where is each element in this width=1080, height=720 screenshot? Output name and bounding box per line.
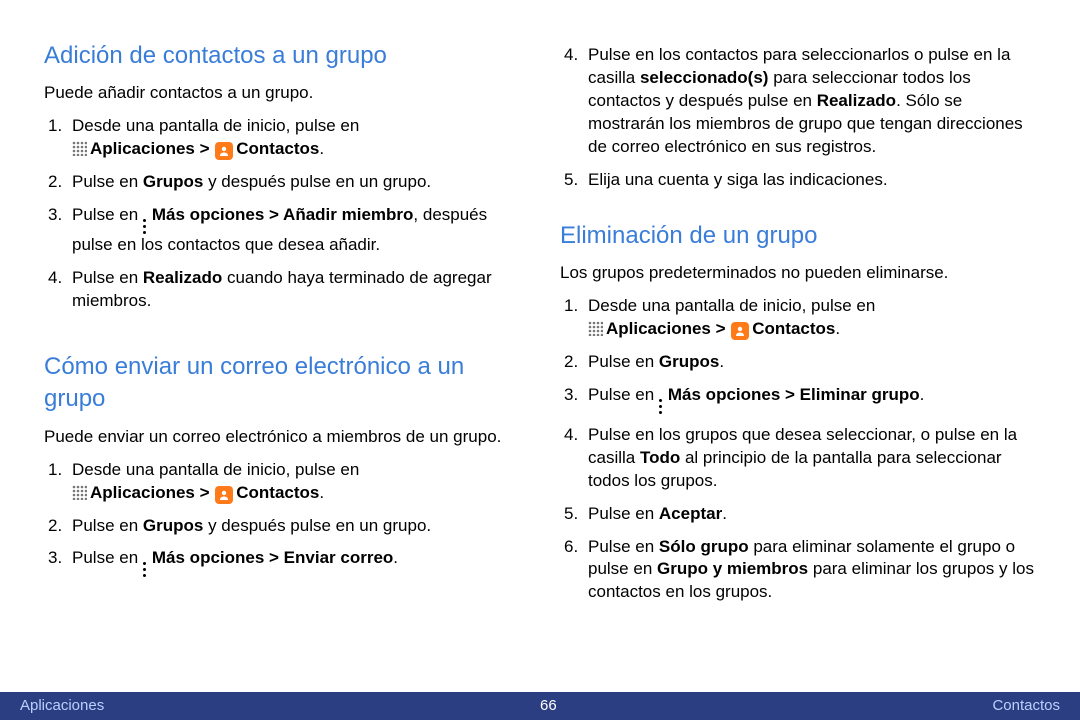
step-text: Desde una pantalla de inicio, pulse en [588, 296, 875, 315]
bold-text: Aceptar [659, 504, 722, 523]
apps-label: Aplicaciones > [90, 139, 214, 158]
left-column: Adición de contactos a un grupo Puede añ… [44, 34, 520, 604]
bold-text: Grupos [659, 352, 719, 371]
step-item: Pulse en los grupos que desea selecciona… [560, 424, 1036, 493]
bold-text: Realizado [143, 268, 222, 287]
more-options-icon [659, 399, 665, 414]
apps-grid-icon [588, 320, 603, 335]
step-text: . [722, 504, 727, 523]
bold-text: Todo [640, 448, 680, 467]
steps-email-cont: Pulse en los contactos para seleccionarl… [560, 44, 1036, 192]
contacts-icon [731, 322, 749, 340]
step-text: Pulse en [588, 537, 659, 556]
step-item: Pulse en Más opciones > Añadir miembro, … [44, 204, 520, 257]
step-item: Pulse en Más opciones > Enviar correo. [44, 547, 520, 577]
step-item: Pulse en Grupos. [560, 351, 1036, 374]
period: . [319, 483, 324, 502]
heading-email-group: Cómo enviar un correo electrónico a un g… [44, 351, 520, 416]
more-options-icon [143, 219, 149, 234]
contacts-label: Contactos [752, 319, 835, 338]
step-item: Elija una cuenta y siga las indicaciones… [560, 169, 1036, 192]
intro-email: Puede enviar un correo electrónico a mie… [44, 426, 520, 449]
step-text: . [393, 548, 398, 567]
footer-right: Contactos [992, 696, 1060, 716]
bold-text: Más opciones > Enviar correo [152, 548, 393, 567]
step-item: Pulse en Aceptar. [560, 503, 1036, 526]
intro-delete: Los grupos predeterminados no pueden eli… [560, 262, 1036, 285]
bold-text: Grupos [143, 172, 203, 191]
apps-label: Aplicaciones > [606, 319, 730, 338]
right-column: Pulse en los contactos para seleccionarl… [560, 34, 1036, 604]
step-text: Desde una pantalla de inicio, pulse en [72, 116, 359, 135]
step-text: Pulse en [72, 172, 143, 191]
contacts-label: Contactos [236, 139, 319, 158]
step-item: Pulse en los contactos para seleccionarl… [560, 44, 1036, 159]
footer-left: Aplicaciones [20, 696, 104, 716]
step-item: Pulse en Grupos y después pulse en un gr… [44, 515, 520, 538]
step-item: Desde una pantalla de inicio, pulse en A… [44, 115, 520, 161]
step-text: Pulse en [588, 352, 659, 371]
bold-text: Grupos [143, 516, 203, 535]
bold-text: Realizado [817, 91, 896, 110]
step-item: Desde una pantalla de inicio, pulse en A… [560, 295, 1036, 341]
step-text: Pulse en [72, 268, 143, 287]
manual-page: Adición de contactos a un grupo Puede añ… [0, 0, 1080, 664]
heading-delete-group: Eliminación de un grupo [560, 220, 1036, 252]
heading-add-contacts: Adición de contactos a un grupo [44, 40, 520, 72]
bold-text: Sólo grupo [659, 537, 749, 556]
period: . [319, 139, 324, 158]
step-text: Elija una cuenta y siga las indicaciones… [588, 170, 888, 189]
steps-add: Desde una pantalla de inicio, pulse en A… [44, 115, 520, 313]
step-item: Pulse en Realizado cuando haya terminado… [44, 267, 520, 313]
step-text: Pulse en [588, 385, 659, 404]
step-item: Pulse en Más opciones > Eliminar grupo. [560, 384, 1036, 414]
bold-text: Más opciones > Añadir miembro [152, 205, 414, 224]
step-text: y después pulse en un grupo. [203, 172, 431, 191]
more-options-icon [143, 562, 149, 577]
step-text: Pulse en [72, 548, 143, 567]
steps-email: Desde una pantalla de inicio, pulse en A… [44, 459, 520, 578]
step-text: Pulse en [588, 504, 659, 523]
apps-grid-icon [72, 484, 87, 499]
step-text: Desde una pantalla de inicio, pulse en [72, 460, 359, 479]
contacts-label: Contactos [236, 483, 319, 502]
page-footer: Aplicaciones 66 Contactos [0, 692, 1080, 720]
period: . [835, 319, 840, 338]
contacts-icon [215, 486, 233, 504]
footer-page-number: 66 [540, 696, 557, 716]
bold-text: Grupo y miembros [657, 559, 808, 578]
apps-grid-icon [72, 140, 87, 155]
step-item: Pulse en Grupos y después pulse en un gr… [44, 171, 520, 194]
step-text: Pulse en [72, 205, 143, 224]
steps-delete: Desde una pantalla de inicio, pulse en A… [560, 295, 1036, 604]
step-text: Pulse en [72, 516, 143, 535]
apps-label: Aplicaciones > [90, 483, 214, 502]
bold-text: seleccionado(s) [640, 68, 769, 87]
bold-text: Más opciones > Eliminar grupo [668, 385, 920, 404]
step-text: y después pulse en un grupo. [203, 516, 431, 535]
intro-add: Puede añadir contactos a un grupo. [44, 82, 520, 105]
step-text: . [920, 385, 925, 404]
step-item: Pulse en Sólo grupo para eliminar solame… [560, 536, 1036, 605]
contacts-icon [215, 142, 233, 160]
step-item: Desde una pantalla de inicio, pulse en A… [44, 459, 520, 505]
step-text: . [719, 352, 724, 371]
